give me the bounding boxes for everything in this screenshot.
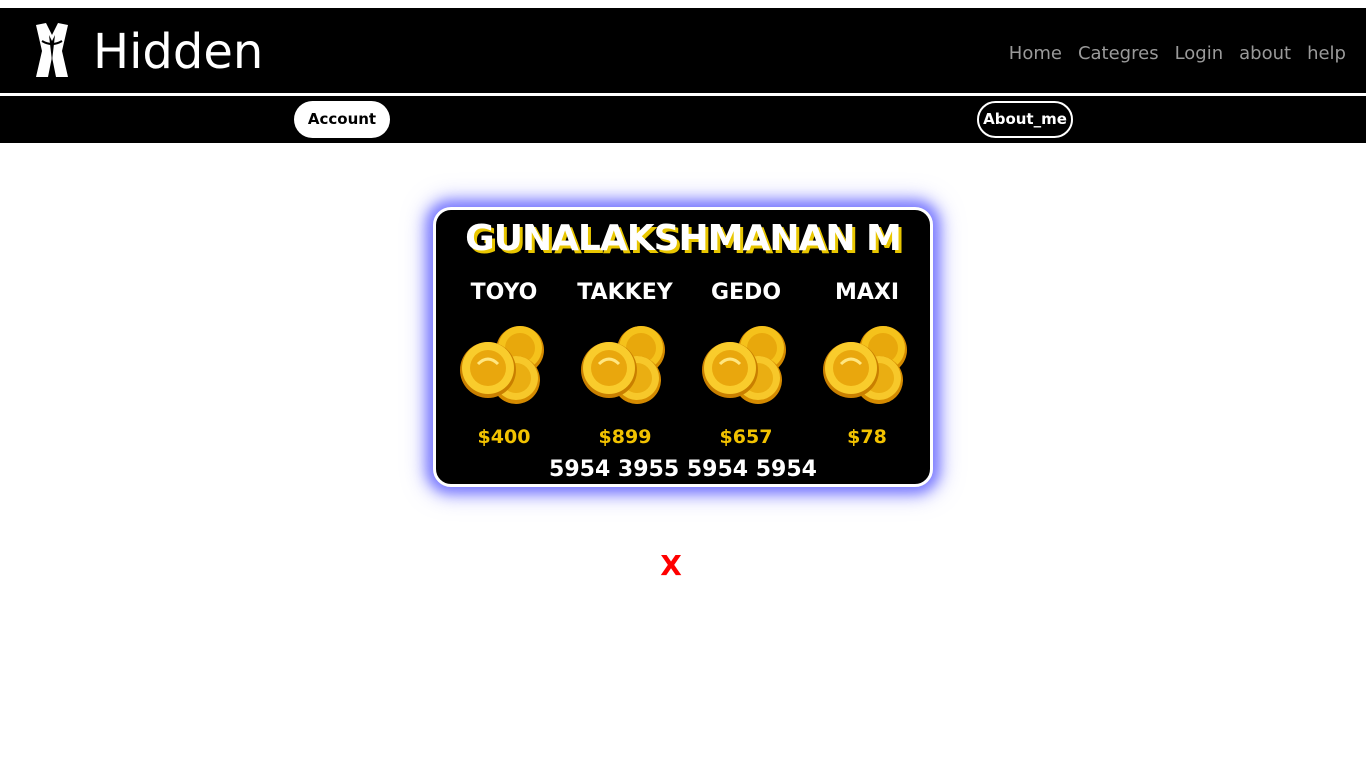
- gold-coins-icon: [702, 326, 786, 404]
- gold-coins-icon: [581, 326, 665, 404]
- coin-name: GEDO: [710, 280, 782, 305]
- nav-links: Home Categres Login about help: [1009, 38, 1346, 68]
- nav-login-link[interactable]: Login: [1175, 43, 1224, 64]
- nav-categories-link[interactable]: Categres: [1078, 43, 1159, 64]
- coin-column-gedo: GEDO $657: [691, 280, 801, 448]
- subnav: Account About_me: [0, 96, 1366, 143]
- about-me-button[interactable]: About_me: [977, 101, 1073, 138]
- coin-name: TOYO: [470, 280, 538, 305]
- nav-help-link[interactable]: help: [1307, 43, 1346, 64]
- coin-column-maxi: MAXI $78: [812, 280, 922, 448]
- coin-column-toyo: TOYO $400: [449, 280, 559, 448]
- account-button[interactable]: Account: [294, 101, 390, 138]
- coin-price: $657: [719, 426, 773, 448]
- navbar: Hidden Home Categres Login about help: [0, 8, 1366, 93]
- coin-name: MAXI: [834, 280, 900, 305]
- top-strip: [0, 0, 1366, 8]
- coin-price: $899: [598, 426, 652, 448]
- card-number: 5954 3955 5954 5954: [549, 457, 817, 482]
- nav-home-link[interactable]: Home: [1009, 43, 1062, 64]
- gold-coins-icon: [460, 326, 544, 404]
- coin-price: $400: [477, 426, 531, 448]
- coin-name: TAKKEY: [577, 280, 673, 305]
- coin-column-takkey: TAKKEY $899: [570, 280, 680, 448]
- nav-about-link[interactable]: about: [1239, 43, 1291, 64]
- card-holder-name: GUNALAKSHMANAN M: [465, 218, 902, 259]
- close-button[interactable]: X: [658, 548, 684, 584]
- tuxedo-mask-icon[interactable]: [32, 21, 72, 79]
- gold-coins-icon: [823, 326, 907, 404]
- coin-price: $78: [847, 426, 887, 448]
- account-card: GUNALAKSHMANAN M TOYO $400 TAKKEY $899 G…: [433, 207, 933, 487]
- brand-title[interactable]: Hidden: [93, 22, 263, 82]
